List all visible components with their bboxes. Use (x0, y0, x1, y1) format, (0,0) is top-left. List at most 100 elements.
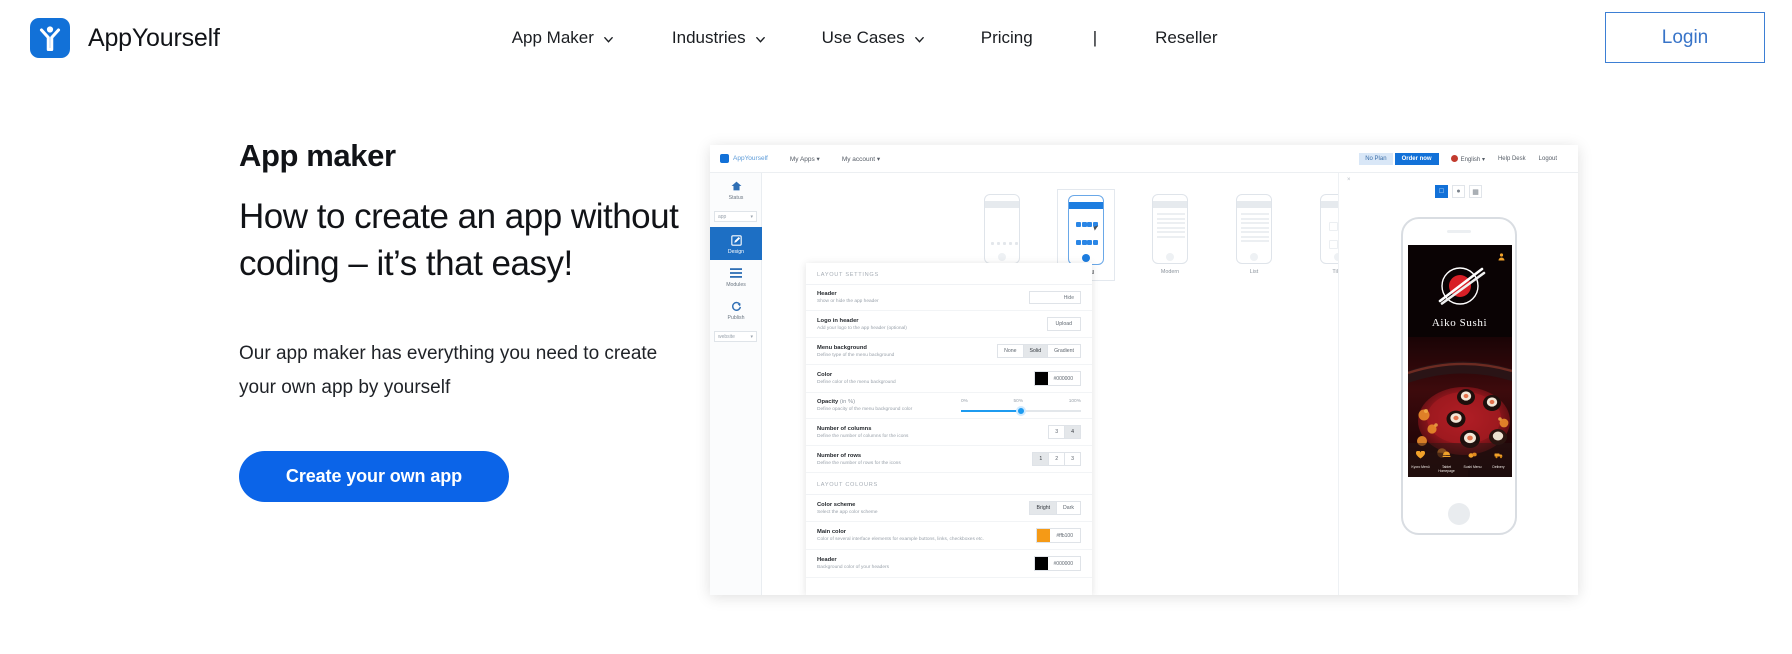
setting-control-header-color[interactable]: #000000 (1033, 556, 1081, 571)
mockup-logout-link[interactable]: Logout (1539, 156, 1557, 162)
create-your-own-app-button[interactable]: Create your own app (239, 450, 509, 502)
menu-background-option-gradient[interactable]: Gradient (1048, 345, 1080, 357)
template-header-bar (1069, 202, 1103, 209)
setting-text-header: Header Show or hide the app header (817, 291, 879, 304)
setting-control-main-color[interactable]: #ffb100 (1036, 528, 1081, 543)
setting-control-menu-color[interactable]: #000000 (1033, 371, 1081, 386)
setting-desc-number-of-columns: Define the number of columns for the ico… (817, 433, 909, 439)
rows-option-3[interactable]: 3 (1065, 453, 1080, 465)
phone-home-button[interactable] (1447, 503, 1470, 525)
setting-text-opacity: Opacity (in %) Define opacity of the men… (817, 399, 912, 412)
layout-colours-section-title: LAYOUT COLOURS (806, 473, 1092, 495)
logo-figure-svg (39, 26, 61, 52)
nav-item-industries[interactable]: Industries (672, 28, 766, 48)
mockup-menu-my-account[interactable]: My account ▾ (842, 155, 880, 163)
brand-name: AppYourself (88, 23, 220, 52)
template-option-modern[interactable]: Modern (1141, 189, 1199, 279)
menu-color-value: #000000 (1053, 375, 1073, 382)
phone-tile-delivery[interactable]: Delivery (1486, 443, 1512, 477)
setting-label-header: Header (817, 291, 837, 297)
sushi-chopsticks-logo-icon (1438, 267, 1485, 305)
setting-text-number-of-rows: Number of rows Define the number of rows… (817, 453, 901, 466)
setting-desc-header-color: Background color of your headers (817, 565, 889, 570)
menu-background-option-solid[interactable]: Solid (1023, 345, 1049, 357)
columns-option-4[interactable]: 4 (1065, 426, 1080, 438)
phone-screen: Aiko Sushi Kyoro Menü Tablet Homepage Su… (1407, 245, 1512, 477)
template-phone-preview (1152, 194, 1188, 264)
setting-control-opacity[interactable]: 0% 50% 100% (961, 399, 1081, 416)
chevron-down-icon (914, 36, 924, 43)
hero-copy: App maker How to create an app without c… (239, 137, 689, 502)
globe-icon (1450, 154, 1458, 162)
opacity-slider-handle[interactable] (1016, 406, 1026, 416)
phone-tile-label: Delivery (1492, 465, 1505, 469)
mockup-topbar: AppYourself My Apps ▾ My account ▾ No Pl… (710, 145, 1578, 173)
mockup-sidebar-select-bottom[interactable]: website ▾ (714, 331, 757, 342)
setting-desc-header: Show or hide the app header (817, 299, 879, 304)
phone-tile-kyoro-menu[interactable]: Kyoro Menü (1408, 443, 1434, 477)
nav-item-pricing[interactable]: Pricing (981, 28, 1033, 48)
mockup-sidebar-item-status[interactable]: Status (710, 173, 762, 206)
color-scheme-option-bright[interactable]: Bright (1030, 502, 1058, 514)
setting-label-logo-in-header: Logo in header (817, 317, 859, 324)
hero-subcopy: Our app maker has everything you need to… (239, 343, 658, 398)
setting-text-logo-in-header: Logo in header Add your logo to the app … (817, 318, 907, 331)
brand-logo-link[interactable]: AppYourself (30, 18, 220, 58)
setting-control-header[interactable]: Hide (1029, 291, 1081, 304)
template-home-button (1166, 253, 1174, 261)
setting-desc-logo-in-header: Add your logo to the app header (optiona… (817, 325, 907, 331)
rows-option-2[interactable]: 2 (1049, 453, 1066, 465)
header-hide-toggle[interactable]: Hide (1029, 291, 1081, 304)
menu-color-picker[interactable]: #000000 (1033, 371, 1081, 386)
setting-label-number-of-rows: Number of rows (817, 452, 862, 459)
mockup-sidebar-select-top[interactable]: app ▾ (714, 211, 757, 222)
opacity-slider[interactable]: 0% 50% 100% (961, 399, 1081, 416)
color-scheme-option-dark[interactable]: Dark (1057, 502, 1080, 514)
template-header-bar (1153, 201, 1187, 208)
mockup-menu-my-apps[interactable]: My Apps ▾ (790, 155, 820, 163)
menu-background-option-none[interactable]: None (998, 345, 1024, 357)
mockup-order-now-button[interactable]: Order now (1394, 152, 1439, 165)
mockup-sidebar-item-modules[interactable]: Modules (710, 260, 762, 293)
nav-item-use-cases[interactable]: Use Cases (822, 28, 925, 48)
android-icon[interactable]: ● (1452, 185, 1465, 198)
setting-label-opacity-unit: (in %) (839, 399, 856, 405)
tablet-icon[interactable]: ▦ (1469, 185, 1482, 198)
template-phone-preview (1236, 194, 1272, 264)
mockup-sidebar-item-publish[interactable]: Publish (710, 293, 762, 326)
nav-divider: | (1092, 28, 1098, 47)
mockup-language-selector[interactable]: English ▾ (1450, 154, 1485, 163)
setting-control-number-of-rows: 1 2 3 (1032, 452, 1081, 466)
rows-option-1[interactable]: 1 (1033, 453, 1050, 465)
page-title: How to create an app without coding – it… (239, 197, 679, 283)
phone-tile-label: Tablet Homepage (1438, 465, 1455, 474)
device-type-toggle:  ● ▦ (1339, 185, 1578, 198)
phone-tile-tablet-homepage[interactable]: Tablet Homepage (1434, 443, 1460, 477)
close-x-icon[interactable]: × (1347, 177, 1351, 183)
apple-icon[interactable]:  (1435, 185, 1448, 198)
columns-option-3[interactable]: 3 (1049, 426, 1066, 438)
mockup-sidebar-label-publish: Publish (727, 315, 745, 321)
nav-item-app-maker[interactable]: App Maker (512, 28, 614, 48)
setting-text-menu-background: Menu background Define type of the menu … (817, 345, 894, 358)
home-icon (710, 179, 762, 193)
upload-logo-button[interactable]: Upload (1046, 317, 1081, 331)
setting-control-logo-in-header[interactable]: Upload (1046, 317, 1081, 331)
phone-tile-sushi-menu[interactable]: Sushi Menu (1460, 443, 1486, 477)
template-option-list[interactable]: List (1225, 189, 1283, 279)
nav-item-reseller[interactable]: Reseller (1155, 28, 1217, 48)
opacity-slider-track[interactable] (961, 406, 1081, 416)
mockup-help-desk-link[interactable]: Help Desk (1498, 156, 1526, 162)
user-account-icon[interactable] (1498, 253, 1505, 261)
login-button[interactable]: Login (1605, 12, 1765, 63)
mockup-sidebar-item-design[interactable]: Design (710, 227, 762, 260)
number-of-columns-segmented: 3 4 (1048, 425, 1081, 439)
refresh-sync-icon (710, 299, 762, 313)
setting-desc-opacity: Define opacity of the menu background co… (817, 407, 913, 412)
main-color-picker[interactable]: #ffb100 (1036, 528, 1081, 543)
header-color-picker[interactable]: #000000 (1033, 556, 1081, 571)
setting-label-header-color: Header (817, 557, 837, 563)
setting-row-menu-background: Menu background Define type of the menu … (806, 338, 1092, 365)
setting-label-opacity-main: Opacity (817, 399, 839, 405)
template-content-lines (1157, 213, 1185, 240)
